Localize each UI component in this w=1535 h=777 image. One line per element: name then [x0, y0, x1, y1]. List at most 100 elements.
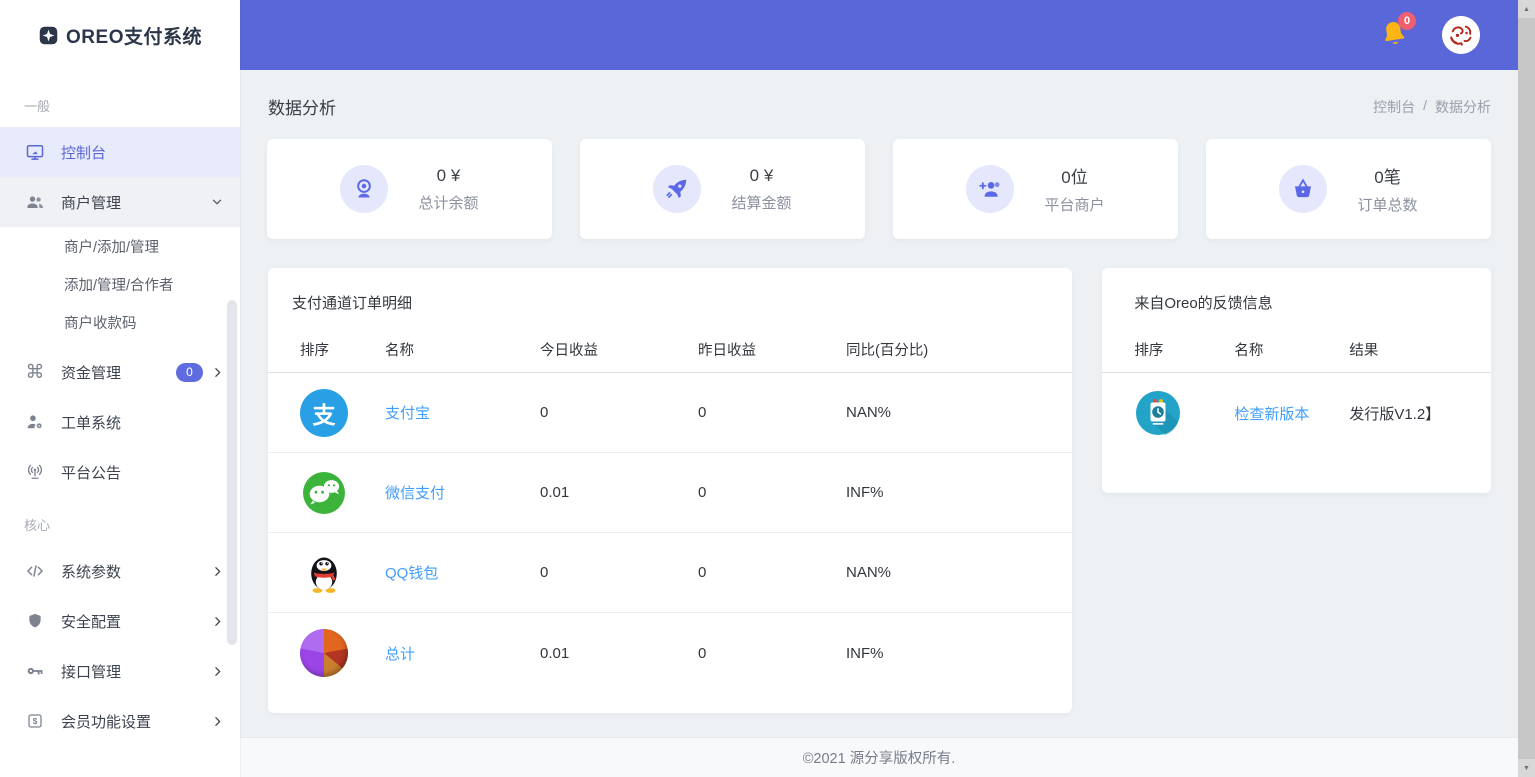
sidebar-item-system-params[interactable]: 系统参数: [0, 546, 240, 596]
command-icon: ⌘: [24, 363, 46, 382]
sidebar-item-security[interactable]: 安全配置: [0, 596, 240, 646]
channel-table-card: 支付通道订单明细 排序 名称 今日收益 昨日收益 同比(百分比) 支 支付宝 0…: [268, 268, 1072, 713]
chevron-right-icon: [211, 565, 224, 578]
sidebar-item-api[interactable]: 接口管理: [0, 646, 240, 696]
pie-chart-icon: [300, 629, 348, 677]
stat-value: 0 ¥: [750, 166, 774, 186]
sidebar-item-label: 安全配置: [61, 611, 121, 632]
stat-card-orders: 0笔 订单总数: [1206, 139, 1491, 239]
app-logo[interactable]: OREO支付系统: [0, 0, 240, 70]
app-title: OREO支付系统: [66, 22, 202, 49]
channel-link-alipay[interactable]: 支付宝: [385, 402, 540, 423]
channel-table-title: 支付通道订单明细: [268, 292, 1072, 313]
broadcast-icon: [24, 462, 46, 482]
dollar-square-icon: $: [24, 712, 46, 730]
users-icon: [24, 192, 46, 212]
stat-label: 订单总数: [1357, 194, 1417, 215]
sidebar-item-label: 资金管理: [61, 362, 121, 383]
channel-link-qq[interactable]: QQ钱包: [385, 562, 540, 583]
col-result: 结果: [1349, 339, 1459, 360]
breadcrumb-current: 数据分析: [1435, 97, 1491, 117]
breadcrumb-console-link[interactable]: 控制台: [1373, 97, 1415, 117]
col-sort: 排序: [300, 339, 385, 360]
chevron-right-icon: [211, 665, 224, 678]
cell-ratio: INF%: [846, 484, 1040, 501]
funds-count-badge: 0: [176, 363, 203, 382]
feedback-table-header: 排序 名称 结果: [1102, 327, 1491, 373]
version-clock-icon: [1134, 389, 1182, 437]
sidebar-subitem-merchant-manage[interactable]: 商户/添加/管理: [0, 227, 240, 265]
sidebar-item-funds[interactable]: ⌘ 资金管理 0: [0, 347, 240, 397]
stat-card-merchants: 0位 平台商户: [893, 139, 1178, 239]
col-name: 名称: [385, 339, 540, 360]
channel-link-wechat[interactable]: 微信支付: [385, 482, 540, 503]
cell-ratio: NAN%: [846, 564, 1040, 581]
sidebar-item-label: 会员功能设置: [61, 711, 151, 732]
col-today: 今日收益: [540, 339, 698, 360]
channel-link-total[interactable]: 总计: [385, 643, 540, 664]
sidebar-item-console[interactable]: 控制台: [0, 127, 240, 177]
sidebar-section-general: 一般: [0, 70, 240, 127]
cell-ratio: INF%: [846, 645, 1040, 662]
sidebar-subitem-partner-manage[interactable]: 添加/管理/合作者: [0, 265, 240, 303]
sidebar-item-announcement[interactable]: 平台公告: [0, 447, 240, 497]
chevron-right-icon: [211, 615, 224, 628]
table-row-wechat: 微信支付 0.01 0 INF%: [268, 453, 1072, 533]
cell-today: 0.01: [540, 645, 698, 662]
page-scrollbar[interactable]: ▲ ▼: [1518, 0, 1535, 777]
footer: ©2021 源分享版权所有.: [240, 737, 1518, 777]
scrollbar-up-arrow[interactable]: ▲: [1518, 0, 1535, 18]
sidebar-item-merchant[interactable]: 商户管理: [0, 177, 240, 227]
table-row-alipay: 支 支付宝 0 0 NAN%: [268, 373, 1072, 453]
add-users-icon: [966, 165, 1014, 213]
chevron-down-icon: [210, 195, 224, 209]
col-name: 名称: [1234, 339, 1349, 360]
stat-label: 总计余额: [418, 192, 478, 213]
stat-label: 结算金额: [731, 192, 791, 213]
sidebar-item-tickets[interactable]: 工单系统: [0, 397, 240, 447]
webcam-icon: [340, 165, 388, 213]
table-row-total: 总计 0.01 0 INF%: [268, 613, 1072, 693]
feedback-card: 来自Oreo的反馈信息 排序 名称 结果 检查新版本 发行版V1.2】: [1102, 268, 1491, 493]
cell-yesterday: 0: [698, 564, 846, 581]
chevron-right-icon: [211, 366, 224, 379]
sidebar-subitem-merchant-qrcode[interactable]: 商户收款码: [0, 303, 240, 341]
notification-count-badge: 0: [1398, 12, 1416, 30]
col-yesterday: 昨日收益: [698, 339, 846, 360]
chevron-right-icon: [211, 715, 224, 728]
page-title: 数据分析: [268, 94, 336, 119]
cell-today: 0: [540, 404, 698, 421]
sidebar-item-label: 接口管理: [61, 661, 121, 682]
stat-value: 0位: [1061, 163, 1087, 188]
sidebar-section-core: 核心: [0, 497, 240, 546]
cell-today: 0: [540, 564, 698, 581]
breadcrumb: 控制台 / 数据分析: [1373, 97, 1491, 117]
app-root: OREO支付系统 一般 控制台 商户管理 商户/添加/管理 添加/管理/合作者 …: [0, 0, 1535, 777]
code-icon: [24, 561, 46, 581]
cell-today: 0.01: [540, 484, 698, 501]
scrollbar-down-arrow[interactable]: ▼: [1518, 759, 1535, 777]
alipay-icon: 支: [300, 389, 348, 437]
notification-bell-button[interactable]: 0: [1378, 18, 1412, 52]
table-row-qq: QQ钱包 0 0 NAN%: [268, 533, 1072, 613]
wechat-icon: [300, 469, 348, 517]
cell-ratio: NAN%: [846, 404, 1040, 421]
sidebar-item-label: 工单系统: [61, 412, 121, 433]
user-avatar[interactable]: [1442, 16, 1480, 54]
shield-icon: [24, 612, 46, 630]
stat-card-total-balance: 0 ¥ 总计余额: [267, 139, 552, 239]
main-content: 数据分析 控制台 / 数据分析 0 ¥ 总计余额: [240, 70, 1518, 777]
sidebar-item-member-settings[interactable]: $ 会员功能设置: [0, 696, 240, 746]
sidebar-item-label: 系统参数: [61, 561, 121, 582]
col-sort: 排序: [1134, 339, 1234, 360]
topbar: 0: [240, 0, 1518, 70]
cell-yesterday: 0: [698, 404, 846, 421]
user-gear-icon: [24, 412, 46, 432]
check-new-version-link[interactable]: 检查新版本: [1234, 403, 1349, 424]
svg-text:$: $: [33, 717, 38, 726]
channel-table-header: 排序 名称 今日收益 昨日收益 同比(百分比): [268, 327, 1072, 373]
stat-card-settlement: 0 ¥ 结算金额: [580, 139, 865, 239]
sidebar-item-label: 平台公告: [61, 462, 121, 483]
monitor-icon: [24, 142, 46, 162]
sidebar-scrollbar-thumb[interactable]: [227, 300, 237, 645]
